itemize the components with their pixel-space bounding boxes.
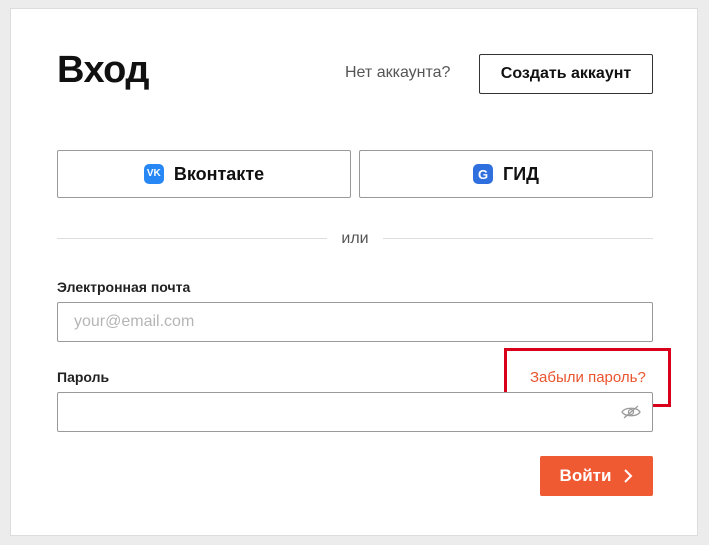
- or-divider: или: [57, 230, 653, 248]
- eye-off-icon[interactable]: [621, 405, 641, 419]
- divider-line-right: [383, 238, 653, 239]
- create-account-button[interactable]: Создать аккаунт: [479, 54, 653, 94]
- vk-login-label: Вконтакте: [173, 163, 265, 184]
- gid-login-button[interactable]: G ГИД: [359, 150, 653, 198]
- divider-text: или: [341, 230, 369, 247]
- email-label: Электронная почта: [57, 279, 191, 295]
- vk-login-button[interactable]: VK Вконтакте: [57, 150, 351, 198]
- gid-login-label: ГИД: [503, 163, 539, 184]
- password-input[interactable]: [57, 392, 653, 432]
- login-button-label: Войти: [559, 466, 612, 485]
- password-label: Пароль: [57, 369, 110, 385]
- no-account-text: Нет аккаунта?: [345, 64, 451, 81]
- login-card: Вход Нет аккаунта? Создать аккаунт VK Вк…: [10, 8, 698, 536]
- vk-icon: VK: [143, 164, 164, 184]
- email-input[interactable]: [57, 302, 653, 342]
- chevron-right-icon: [624, 469, 633, 483]
- page-title: Вход: [57, 49, 149, 91]
- login-button[interactable]: Войти: [540, 456, 653, 496]
- gid-icon: G: [473, 164, 494, 184]
